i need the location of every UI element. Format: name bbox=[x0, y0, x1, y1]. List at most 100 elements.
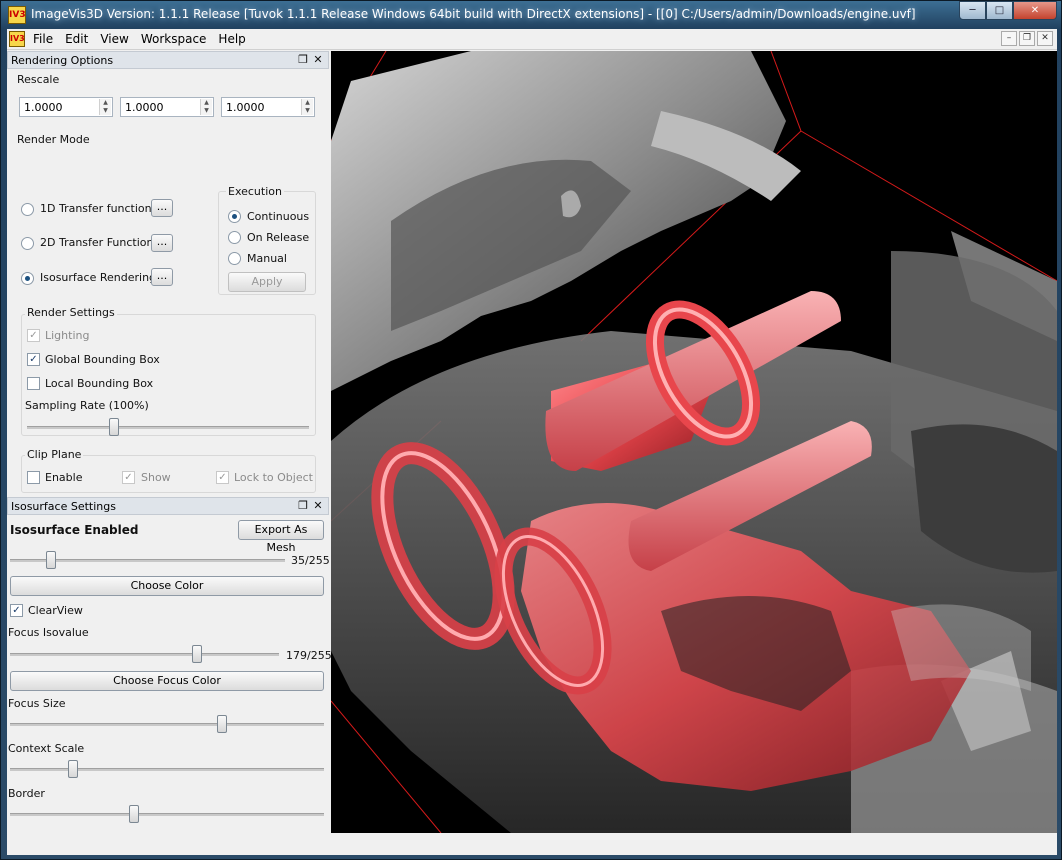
clip-show-label: Show bbox=[141, 471, 171, 484]
clearview-label: ClearView bbox=[28, 604, 83, 617]
local-bbox-checkbox[interactable] bbox=[27, 377, 40, 390]
rescale-z-value: 1.0000 bbox=[226, 101, 265, 114]
rescale-y-spinbox[interactable]: 1.0000 ▲ ▼ bbox=[120, 97, 214, 117]
mdi-minimize-button[interactable]: – bbox=[1001, 31, 1017, 46]
1d-transfer-edit-button[interactable]: ... bbox=[151, 199, 173, 217]
menu-view[interactable]: View bbox=[94, 29, 134, 50]
application-window: IV3 ImageVis3D Version: 1.1.1 Release [T… bbox=[0, 0, 1062, 860]
context-scale-slider[interactable] bbox=[67, 760, 78, 778]
choose-color-button[interactable]: Choose Color bbox=[10, 576, 324, 596]
float-icon[interactable]: ❐ bbox=[296, 499, 310, 513]
maximize-button[interactable]: □ bbox=[986, 1, 1013, 20]
isosurface-label: Isosurface Rendering bbox=[40, 271, 157, 284]
focus-isovalue-track[interactable] bbox=[10, 653, 279, 656]
border-track[interactable] bbox=[10, 813, 324, 816]
mdi-controls: – ❐ ✕ bbox=[1001, 31, 1053, 46]
rescale-label: Rescale bbox=[17, 73, 60, 86]
isosurface-settings-header[interactable]: Isosurface Settings ❐ ✕ bbox=[7, 497, 329, 515]
2d-transfer-label: 2D Transfer Function bbox=[40, 236, 154, 249]
clip-lock-label: Lock to Object bbox=[234, 471, 313, 484]
global-bbox-checkbox[interactable]: ✓ bbox=[27, 353, 40, 366]
rescale-z-spinbox[interactable]: 1.0000 ▲ ▼ bbox=[221, 97, 315, 117]
context-scale-label: Context Scale bbox=[8, 742, 85, 755]
clip-enable-checkbox[interactable] bbox=[27, 471, 40, 484]
spin-up-icon[interactable]: ▲ bbox=[201, 99, 212, 107]
menu-edit[interactable]: Edit bbox=[59, 29, 94, 50]
local-bbox-label: Local Bounding Box bbox=[45, 377, 154, 390]
close-icon[interactable]: ✕ bbox=[311, 499, 325, 513]
clip-show-checkbox[interactable]: ✓ bbox=[122, 471, 135, 484]
app-icon: IV3 bbox=[8, 6, 26, 24]
focus-size-track[interactable] bbox=[10, 723, 324, 726]
focus-isovalue-slider[interactable] bbox=[191, 645, 202, 663]
isovalue-readout: 35/255 bbox=[291, 554, 330, 567]
rescale-x-value: 1.0000 bbox=[24, 101, 63, 114]
lighting-checkbox[interactable]: ✓ bbox=[27, 329, 40, 342]
clip-lock-checkbox[interactable]: ✓ bbox=[216, 471, 229, 484]
mdi-restore-button[interactable]: ❐ bbox=[1019, 31, 1035, 46]
render-viewport[interactable] bbox=[331, 51, 1057, 833]
volume-rendering bbox=[331, 51, 1057, 833]
context-scale-track[interactable] bbox=[10, 768, 324, 771]
2d-transfer-radio[interactable] bbox=[21, 237, 34, 250]
clip-enable-label: Enable bbox=[45, 471, 83, 484]
status-bar bbox=[7, 833, 1057, 855]
continuous-radio[interactable] bbox=[228, 210, 241, 223]
rendering-options-title: Rendering Options bbox=[11, 54, 114, 67]
left-dock: Rendering Options ❐ ✕ Rescale 1.0000 ▲ ▼ … bbox=[7, 51, 332, 855]
rescale-x-spinbox[interactable]: 1.0000 ▲ ▼ bbox=[19, 97, 113, 117]
2d-transfer-edit-button[interactable]: ... bbox=[151, 234, 173, 252]
1d-transfer-label: 1D Transfer function bbox=[40, 202, 152, 215]
apply-button[interactable]: Apply bbox=[228, 272, 306, 292]
1d-transfer-radio[interactable] bbox=[21, 203, 34, 216]
spin-down-icon[interactable]: ▼ bbox=[302, 107, 313, 115]
lighting-label: Lighting bbox=[45, 329, 90, 342]
close-icon[interactable]: ✕ bbox=[311, 53, 325, 67]
spin-up-icon[interactable]: ▲ bbox=[302, 99, 313, 107]
spin-up-icon[interactable]: ▲ bbox=[100, 99, 111, 107]
minimize-button[interactable]: ─ bbox=[959, 1, 986, 20]
close-button[interactable]: ✕ bbox=[1013, 1, 1057, 20]
isosurface-edit-button[interactable]: ... bbox=[151, 268, 173, 286]
document-icon[interactable]: IV3 bbox=[9, 31, 25, 47]
border-slider[interactable] bbox=[128, 805, 139, 823]
clip-plane-label: Clip Plane bbox=[25, 448, 84, 461]
focus-isovalue-label: Focus Isovalue bbox=[8, 626, 89, 639]
menu-bar: IV3 File Edit View Workspace Help – ❐ ✕ bbox=[7, 29, 1057, 50]
global-bbox-label: Global Bounding Box bbox=[45, 353, 160, 366]
focus-size-slider[interactable] bbox=[216, 715, 227, 733]
rescale-y-value: 1.0000 bbox=[125, 101, 164, 114]
export-mesh-button[interactable]: Export As Mesh bbox=[238, 520, 324, 554]
border-label: Border bbox=[8, 787, 45, 800]
isosurface-radio[interactable] bbox=[21, 272, 34, 285]
render-settings-label: Render Settings bbox=[25, 306, 117, 319]
float-icon[interactable]: ❐ bbox=[296, 53, 310, 67]
window-controls: ─ □ ✕ bbox=[959, 1, 1057, 20]
spin-down-icon[interactable]: ▼ bbox=[201, 107, 212, 115]
clearview-checkbox[interactable]: ✓ bbox=[10, 604, 23, 617]
continuous-label: Continuous bbox=[247, 210, 310, 223]
focus-size-label: Focus Size bbox=[8, 697, 66, 710]
execution-label: Execution bbox=[226, 185, 284, 198]
manual-radio[interactable] bbox=[228, 252, 241, 265]
focus-isovalue-readout: 179/255 bbox=[286, 649, 332, 662]
on-release-radio[interactable] bbox=[228, 231, 241, 244]
menu-help[interactable]: Help bbox=[212, 29, 251, 50]
rendering-options-header[interactable]: Rendering Options ❐ ✕ bbox=[7, 51, 329, 69]
sampling-rate-label: Sampling Rate (100%) bbox=[25, 399, 149, 412]
isovalue-slider[interactable] bbox=[46, 551, 57, 569]
choose-focus-color-button[interactable]: Choose Focus Color bbox=[10, 671, 324, 691]
sampling-rate-track[interactable] bbox=[27, 426, 309, 429]
title-bar[interactable]: IV3 ImageVis3D Version: 1.1.1 Release [T… bbox=[1, 1, 1062, 29]
on-release-label: On Release bbox=[247, 231, 310, 244]
window-title: ImageVis3D Version: 1.1.1 Release [Tuvok… bbox=[31, 7, 916, 21]
menu-file[interactable]: File bbox=[27, 29, 59, 50]
menu-workspace[interactable]: Workspace bbox=[135, 29, 213, 50]
spin-down-icon[interactable]: ▼ bbox=[100, 107, 111, 115]
manual-label: Manual bbox=[247, 252, 287, 265]
mdi-close-button[interactable]: ✕ bbox=[1037, 31, 1053, 46]
isosurface-settings-title: Isosurface Settings bbox=[11, 500, 116, 513]
sampling-rate-slider[interactable] bbox=[108, 418, 119, 436]
render-mode-label: Render Mode bbox=[17, 133, 90, 146]
isosurface-enabled-label: Isosurface Enabled bbox=[10, 523, 139, 537]
